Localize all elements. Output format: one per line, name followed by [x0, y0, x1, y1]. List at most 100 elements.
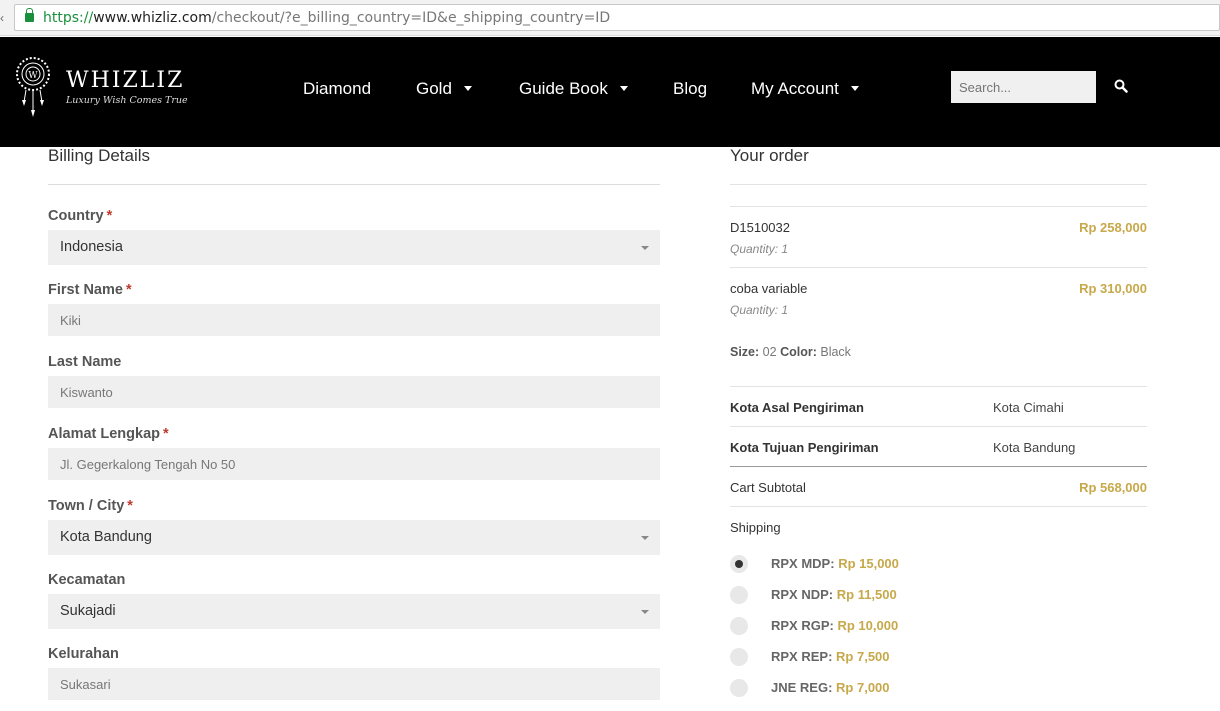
- label-text: First Name: [48, 282, 123, 298]
- divider: [730, 386, 1147, 387]
- shipping-service: RPX NDP:: [771, 587, 834, 602]
- order-item-name: D1510032: [730, 220, 790, 235]
- order-item-quantity: Quantity: 1: [730, 303, 789, 317]
- origin-city-value: Kota Cimahi: [993, 400, 1064, 415]
- nav-item-gold[interactable]: Gold: [416, 79, 472, 99]
- first-name-value: Kiki: [60, 313, 81, 328]
- dropdown-arrow-icon: [641, 246, 649, 250]
- origin-city-label: Kota Asal Pengiriman: [730, 400, 864, 415]
- shipping-option[interactable]: JNE REG: Rp 7,000: [730, 679, 1147, 697]
- divider: [730, 466, 1147, 467]
- required-mark: *: [125, 282, 132, 298]
- caret-down-icon: [463, 86, 472, 91]
- kelurahan-label: Kelurahan: [48, 646, 119, 662]
- label-text: Alamat Lengkap: [48, 426, 160, 442]
- address-field[interactable]: Jl. Gegerkalong Tengah No 50: [48, 448, 660, 480]
- radio-button[interactable]: [730, 648, 748, 666]
- destination-city-value: Kota Bandung: [993, 440, 1076, 455]
- nav-item-guide-book[interactable]: Guide Book: [519, 79, 628, 99]
- nav-item-blog[interactable]: Blog: [673, 79, 707, 99]
- label-text: Last Name: [48, 354, 122, 370]
- shipping-service: JNE REG:: [771, 680, 833, 695]
- destination-city-label: Kota Tujuan Pengiriman: [730, 440, 879, 455]
- divider: [48, 184, 660, 185]
- shipping-option-label: RPX NDP: Rp 11,500: [771, 587, 897, 602]
- divider: [730, 206, 1147, 207]
- order-item-price: Rp 310,000: [1079, 281, 1147, 296]
- address-label: Alamat Lengkap *: [48, 426, 169, 442]
- billing-title: Billing Details: [48, 146, 151, 165]
- last-name-field[interactable]: Kiswanto: [48, 376, 660, 408]
- kelurahan-value: Sukasari: [60, 677, 111, 692]
- kecamatan-label: Kecamatan: [48, 572, 125, 588]
- shipping-price: Rp 11,500: [836, 587, 897, 602]
- subtotal-label: Cart Subtotal: [730, 480, 806, 495]
- logo-wordmark: WHIZLIZ: [66, 68, 185, 93]
- label-text: Country: [48, 208, 104, 224]
- label-text: Town / City: [48, 498, 125, 514]
- radio-button[interactable]: [730, 586, 748, 604]
- country-label: Country *: [48, 208, 112, 224]
- radio-button[interactable]: [730, 617, 748, 635]
- divider: [730, 506, 1147, 507]
- nav-item-my-account[interactable]: My Account: [751, 79, 859, 99]
- country-value: Indonesia: [60, 239, 123, 255]
- kecamatan-select[interactable]: Sukajadi: [48, 594, 660, 629]
- shipping-option-label: RPX REP: Rp 7,500: [771, 649, 890, 664]
- dreamcatcher-logo-icon: W: [16, 57, 50, 117]
- divider: [730, 426, 1147, 427]
- url-text[interactable]: https://www.whizliz.com/checkout/?e_bill…: [43, 10, 610, 26]
- search-input[interactable]: [951, 71, 1096, 103]
- search-icon[interactable]: [1114, 79, 1128, 93]
- browser-toolbar: ‹ https://www.whizliz.com/checkout/?e_bi…: [0, 0, 1220, 36]
- divider: [730, 184, 1147, 185]
- first-name-field[interactable]: Kiki: [48, 304, 660, 336]
- nav-label: Guide Book: [519, 79, 608, 98]
- back-button-edge[interactable]: ‹: [0, 11, 6, 25]
- dropdown-arrow-icon: [641, 536, 649, 540]
- caret-down-icon: [850, 86, 859, 91]
- city-label: Town / City *: [48, 498, 133, 514]
- nav-label: My Account: [751, 79, 839, 98]
- label-text: Kecamatan: [48, 572, 126, 588]
- shipping-label: Shipping: [730, 520, 781, 535]
- shipping-option[interactable]: RPX REP: Rp 7,500: [730, 648, 1147, 666]
- shipping-price: Rp 7,500: [836, 649, 890, 664]
- lock-icon: [25, 8, 34, 22]
- size-label: Size:: [730, 345, 760, 359]
- shipping-option[interactable]: RPX MDP: Rp 15,000: [730, 555, 1147, 573]
- shipping-service: RPX RGP:: [771, 618, 834, 633]
- city-select[interactable]: Kota Bandung: [48, 520, 660, 555]
- radio-button[interactable]: [730, 679, 748, 697]
- radio-button-selected[interactable]: [730, 555, 748, 573]
- shipping-service: RPX REP:: [771, 649, 833, 664]
- shipping-service: RPX MDP:: [771, 556, 835, 571]
- last-name-value: Kiswanto: [60, 385, 113, 400]
- caret-down-icon: [619, 86, 628, 91]
- logo-tagline: Luxury Wish Comes True: [66, 95, 188, 106]
- required-mark: *: [163, 426, 169, 442]
- country-select[interactable]: Indonesia: [48, 230, 660, 265]
- shipping-price: Rp 7,000: [836, 680, 890, 695]
- shipping-price: Rp 15,000: [838, 556, 899, 571]
- nav-label: Gold: [416, 79, 452, 98]
- label-text: Kelurahan: [48, 646, 119, 662]
- subtotal-value: Rp 568,000: [1079, 480, 1147, 495]
- size-value: 02: [762, 345, 777, 359]
- address-bar[interactable]: https://www.whizliz.com/checkout/?e_bill…: [14, 4, 1220, 31]
- required-mark: *: [106, 208, 113, 224]
- url-scheme: https://: [43, 10, 94, 26]
- site-logo[interactable]: W WHIZLIZ Luxury Wish Comes True: [12, 54, 188, 118]
- site-header: W WHIZLIZ Luxury Wish Comes True Diamond…: [0, 37, 1220, 147]
- order-item-price: Rp 258,000: [1079, 220, 1147, 235]
- url-host: www.whizliz.com: [93, 10, 212, 26]
- order-item-quantity: Quantity: 1: [730, 242, 789, 256]
- url-path: /checkout/?e_billing_country=ID&e_shippi…: [211, 10, 611, 26]
- shipping-option[interactable]: RPX RGP: Rp 10,000: [730, 617, 1147, 635]
- svg-text:W: W: [28, 71, 38, 81]
- nav-item-diamond[interactable]: Diamond: [303, 79, 371, 99]
- shipping-option[interactable]: RPX NDP: Rp 11,500: [730, 586, 1147, 604]
- shipping-option-label: RPX RGP: Rp 10,000: [771, 618, 898, 633]
- kelurahan-field[interactable]: Sukasari: [48, 668, 660, 700]
- dropdown-arrow-icon: [641, 610, 649, 614]
